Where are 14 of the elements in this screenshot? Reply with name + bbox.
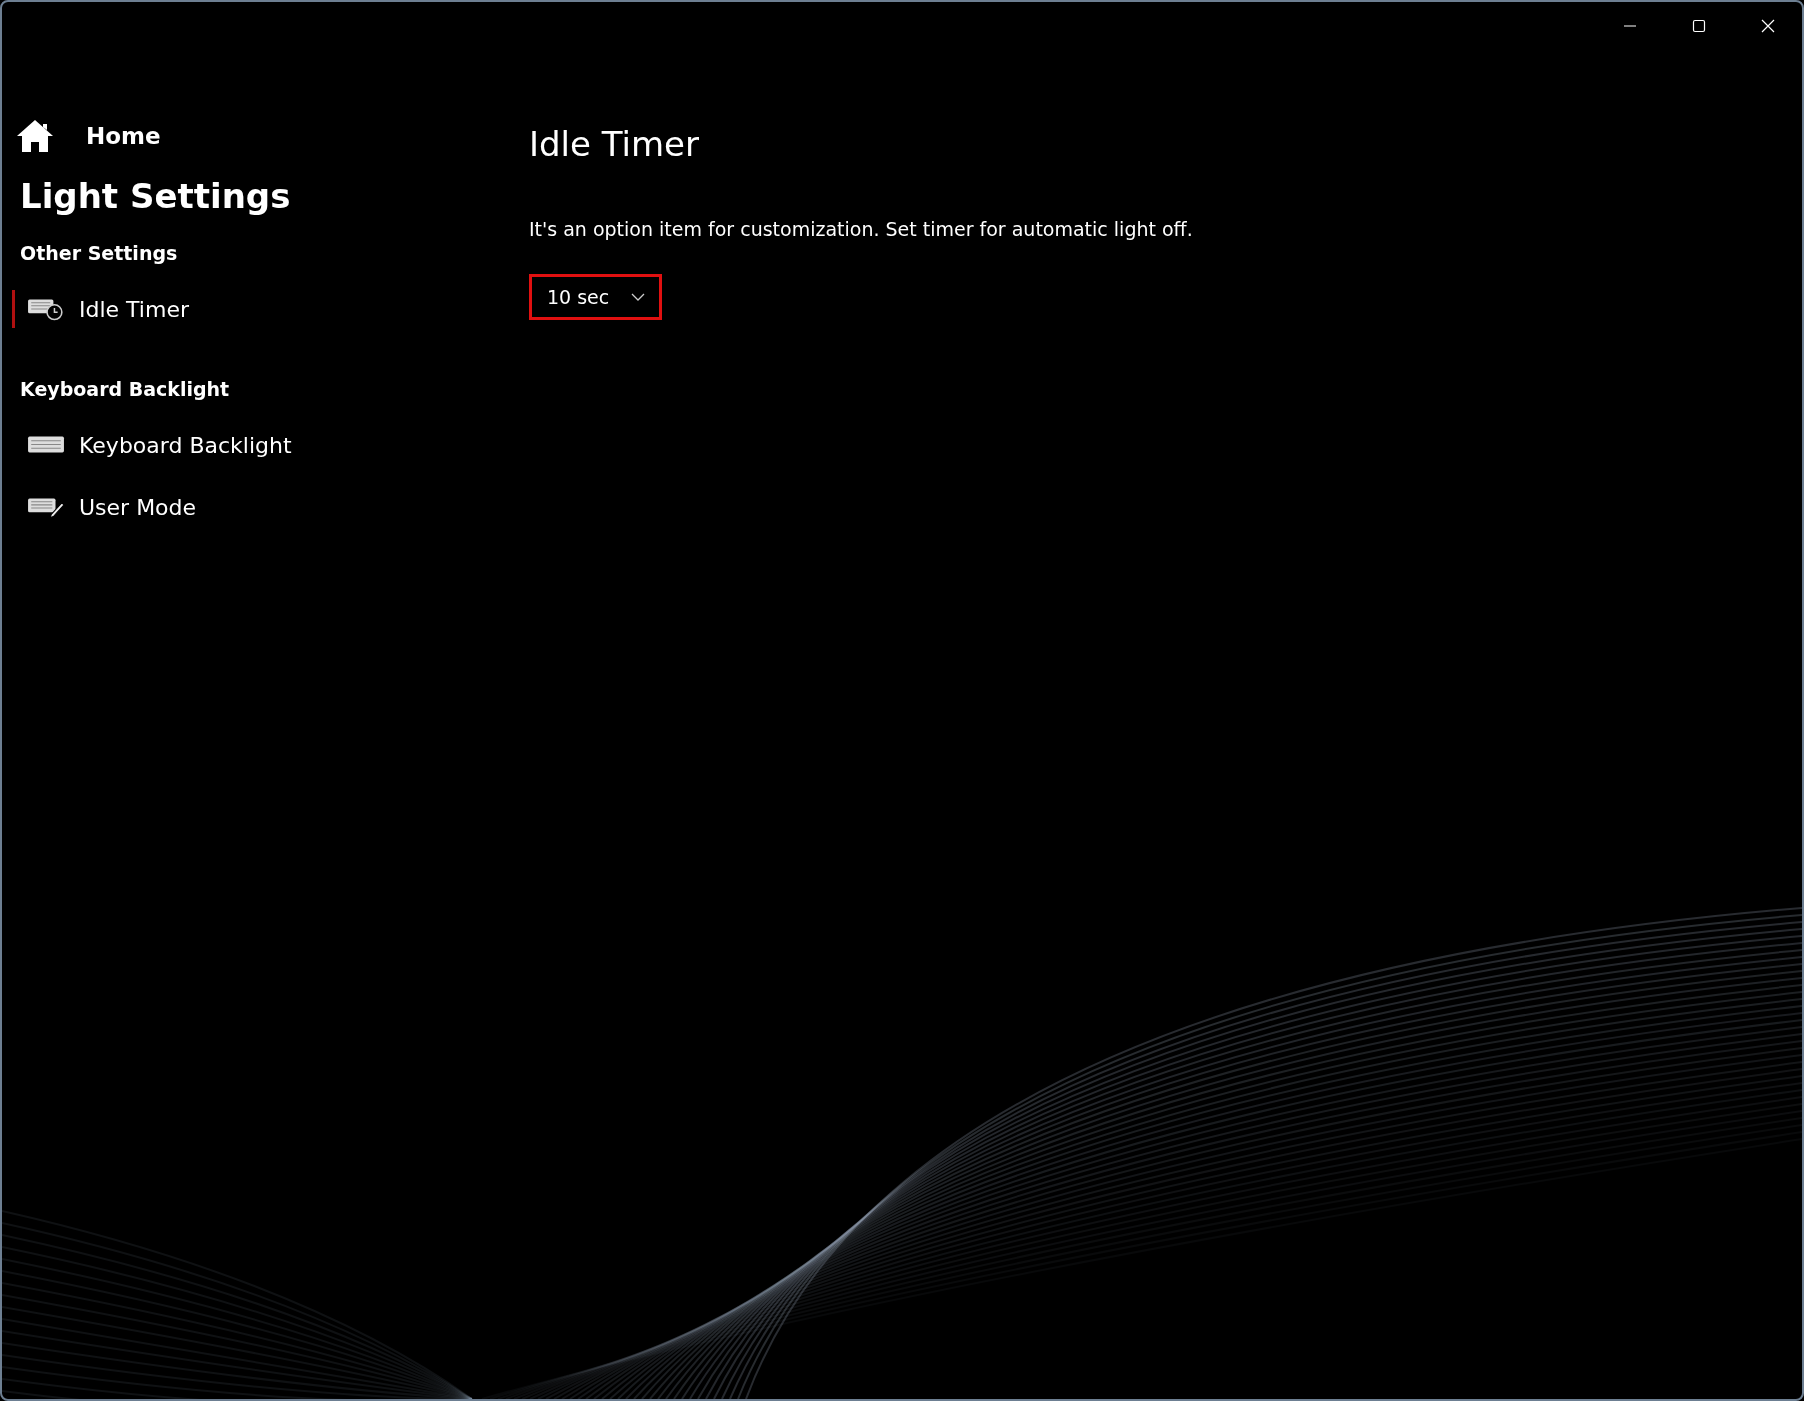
close-icon	[1759, 18, 1776, 34]
content-title: Idle Timer	[529, 124, 700, 164]
home-link[interactable]: Home	[14, 118, 161, 154]
chevron-down-icon	[631, 292, 646, 302]
timer-dropdown[interactable]: 10 sec	[529, 274, 663, 320]
sidebar-item[interactable]: User Mode	[12, 488, 197, 526]
maximize-icon	[1690, 18, 1707, 34]
description: It's an option item for customization. Set timer for automatic light off.	[529, 218, 1193, 240]
sidebar-item[interactable]: Idle Timer	[12, 290, 189, 328]
section-heading: Other Settings	[20, 242, 178, 264]
minimize-icon	[1623, 25, 1636, 27]
page-title: Light Settings	[20, 176, 291, 216]
sidebar-item[interactable]: Keyboard Backlight	[12, 426, 292, 464]
section-heading: Keyboard Backlight	[20, 378, 230, 400]
